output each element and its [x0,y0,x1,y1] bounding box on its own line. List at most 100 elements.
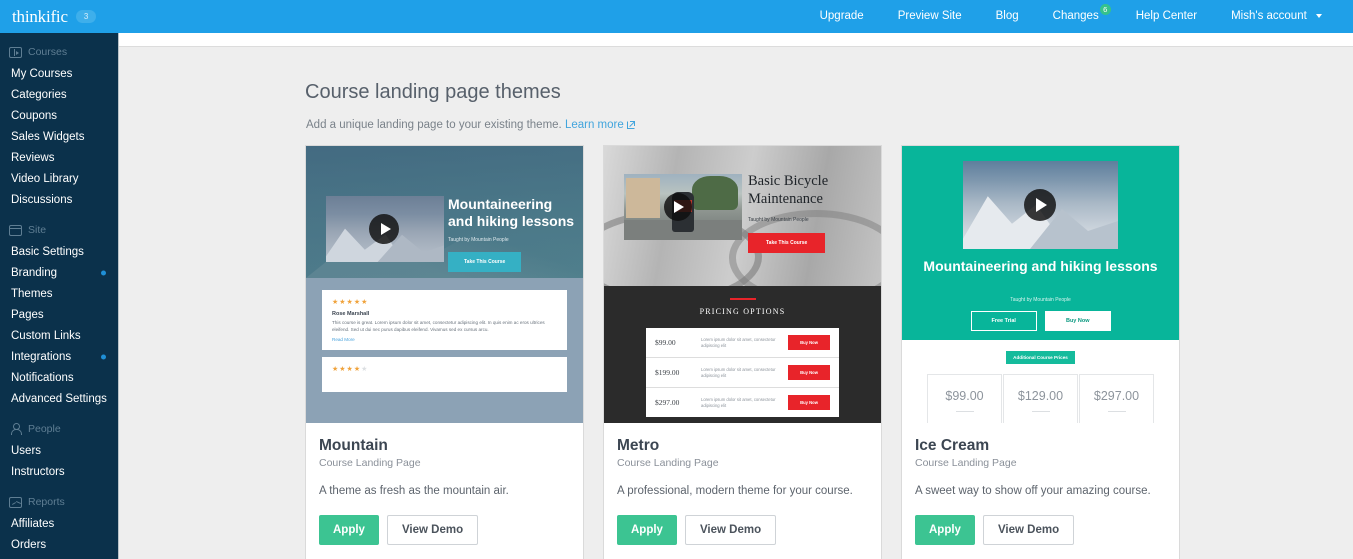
view-demo-button[interactable]: View Demo [982,515,1075,545]
buy-now-button[interactable]: Buy Now [788,335,830,350]
topnav-item-upgrade[interactable]: Upgrade [803,0,881,33]
sidebar: Courses My Courses Categories Coupons Sa… [0,33,119,559]
read-more-link[interactable]: Read More [332,337,557,342]
price-value: $199.00 [655,368,680,377]
sidebar-item-progress[interactable]: Progress [0,555,118,559]
pricing-row: $199.00 Lorem ipsum dolor sit amet, cons… [646,358,839,388]
courses-icon [9,46,22,58]
topnav-label: Mish's account [1231,10,1307,22]
free-trial-button[interactable]: Free Trial [970,311,1037,331]
sidebar-item-categories[interactable]: Categories [0,84,118,105]
ice-cream-cta-group: Free Trial Buy Now [902,311,1179,331]
topnav-item-help-center[interactable]: Help Center [1119,0,1214,33]
sidebar-item-themes[interactable]: Themes [0,283,118,304]
price-description: Lorem ipsum dolor sit amet, consectetur … [701,336,776,348]
topnav-label: Help Center [1135,10,1198,22]
theme-preview-metro[interactable]: Basic Bicycle Maintenance Taught by Moun… [604,146,881,423]
page-subtitle: Add a unique landing page to your existi… [306,119,635,131]
pricing-title: PRICING OPTIONS [699,307,786,316]
apply-button[interactable]: Apply [915,515,975,545]
pricing-row: $297.00 Lorem ipsum dolor sit amet, cons… [646,388,839,417]
topnav-item-account-menu[interactable]: Mish's account [1214,0,1339,33]
buy-now-button[interactable]: Buy Now [788,395,830,410]
topnav-item-preview-site[interactable]: Preview Site [881,0,979,33]
apply-button[interactable]: Apply [319,515,379,545]
review-author: Rose Marshall [332,311,370,317]
sidebar-item-sales-widgets[interactable]: Sales Widgets [0,126,118,147]
additional-prices-badge: Additional Course Prices [1006,351,1075,364]
metro-pricing-section: PRICING OPTIONS $99.00 Lorem ipsum dolor… [604,286,881,423]
preview-cta-button[interactable]: Take This Course [748,233,826,253]
site-icon [9,224,22,236]
logo-badge: 3 [75,10,97,23]
price-value: $99.00 [655,338,676,347]
theme-kind: Course Landing Page [915,457,1017,469]
theme-card-body: Mountain Course Landing Page A theme as … [306,423,583,497]
topnav-label: Upgrade [819,10,864,22]
star-rating-icon: ★★★★★ [332,299,369,306]
price-cells: $99.00 $129.00 $297.00 [902,374,1179,423]
sidebar-item-reviews[interactable]: Reviews [0,147,118,168]
theme-card-ice-cream[interactable]: Mountaineering and hiking lessons Taught… [901,145,1180,559]
price-cell: $99.00 [927,374,1002,423]
sidebar-item-integrations[interactable]: Integrations [0,346,118,367]
buy-now-button[interactable]: Buy Now [1044,311,1111,331]
thinkific-logo[interactable]: thinkific [12,7,68,27]
people-icon [9,423,22,435]
changes-count-badge: 6 [1099,4,1111,15]
review-author [332,378,557,384]
sidebar-item-my-courses[interactable]: My Courses [0,63,118,84]
ice-cream-pricing-section: Additional Course Prices $99.00 $129.00 … [902,340,1179,423]
price-description: Lorem ipsum dolor sit amet, consectetur … [701,366,776,378]
theme-preview-ice-cream[interactable]: Mountaineering and hiking lessons Taught… [902,146,1179,423]
sidebar-item-branding[interactable]: Branding [0,262,118,283]
sidebar-item-custom-links[interactable]: Custom Links [0,325,118,346]
theme-card-mountain[interactable]: Mountaineering and hiking lessons Taught… [305,145,584,559]
notification-dot-icon [101,354,106,359]
price-value: $297.00 [655,398,680,407]
sidebar-item-instructors[interactable]: Instructors [0,461,118,482]
topnav-item-changes[interactable]: Changes 6 [1036,0,1119,33]
theme-card-metro[interactable]: Basic Bicycle Maintenance Taught by Moun… [603,145,882,559]
topnav-label: Blog [995,10,1019,22]
review-text: This course is great. Lorem ipsum dolor … [332,320,545,332]
play-icon[interactable] [369,214,399,244]
theme-card-body: Metro Course Landing Page A professional… [604,423,881,497]
mountain-reviews-section: ★★★★★ Rose Marshall This course is great… [306,278,583,423]
topnav-item-blog[interactable]: Blog [979,0,1036,33]
review-item: ★★★★★ [322,357,567,392]
sidebar-item-users[interactable]: Users [0,440,118,461]
theme-card-grid: Mountaineering and hiking lessons Taught… [305,145,1180,559]
learn-more-link[interactable]: Learn more [565,119,624,131]
reports-icon [9,496,22,508]
sidebar-item-pages[interactable]: Pages [0,304,118,325]
theme-description: A sweet way to show off your amazing cou… [915,485,1151,497]
external-link-icon [626,121,635,129]
preview-cta-button[interactable]: Take This Course [448,252,522,272]
apply-button[interactable]: Apply [617,515,677,545]
sidebar-item-orders[interactable]: Orders [0,534,118,555]
sidebar-item-discussions[interactable]: Discussions [0,189,118,210]
preview-byline: Taught by Mountain People [748,217,809,223]
preview-heading: Mountaineering and hiking lessons [923,258,1158,274]
view-demo-button[interactable]: View Demo [684,515,777,545]
sidebar-item-video-library[interactable]: Video Library [0,168,118,189]
divider [1031,410,1050,412]
sidebar-item-coupons[interactable]: Coupons [0,105,118,126]
price-value: $129.00 [1017,388,1064,403]
sidebar-section-label: People [28,423,61,435]
pricing-row: $99.00 Lorem ipsum dolor sit amet, conse… [646,328,839,358]
brand-zone[interactable]: thinkific 3 [0,0,120,33]
sidebar-section-courses: Courses [0,41,118,63]
theme-preview-mountain[interactable]: Mountaineering and hiking lessons Taught… [306,146,583,423]
play-icon[interactable] [1024,189,1056,221]
sidebar-item-basic-settings[interactable]: Basic Settings [0,241,118,262]
sidebar-section-reports: Reports [0,491,118,513]
sidebar-item-affiliates[interactable]: Affiliates [0,513,118,534]
play-icon[interactable] [664,193,692,221]
sidebar-item-advanced-settings[interactable]: Advanced Settings [0,388,118,409]
buy-now-button[interactable]: Buy Now [788,365,830,380]
sidebar-item-label: Integrations [11,350,72,363]
view-demo-button[interactable]: View Demo [386,515,479,545]
sidebar-item-notifications[interactable]: Notifications [0,367,118,388]
